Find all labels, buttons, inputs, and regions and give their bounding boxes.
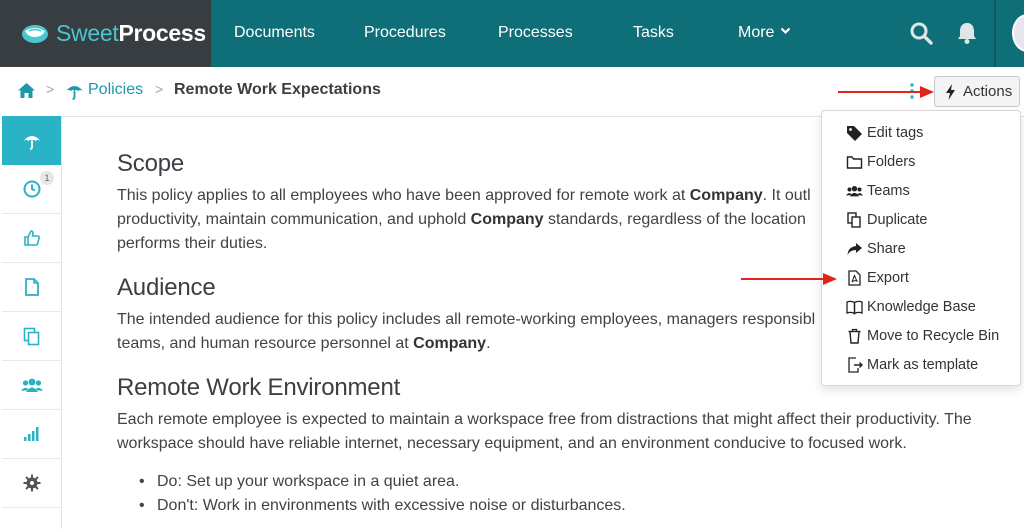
tag-icon	[847, 126, 862, 141]
sidebar-item-teams[interactable]	[2, 361, 61, 410]
home-icon[interactable]	[17, 82, 36, 99]
folder-icon	[846, 156, 863, 169]
nav-procedures[interactable]: Procedures	[364, 0, 446, 67]
brand-name: SweetProcess	[56, 20, 206, 46]
sidebar-item-files[interactable]	[2, 263, 61, 312]
menu-item-folders[interactable]: Folders	[846, 151, 915, 173]
lightning-bolt-icon	[946, 83, 955, 100]
menu-item-mark-as-template[interactable]: Mark as template	[846, 354, 978, 376]
sidebar-item-history[interactable]: 1	[2, 165, 61, 214]
search-icon[interactable]	[908, 20, 934, 46]
copy-icon	[23, 327, 40, 345]
breadcrumb-separator: >	[46, 81, 55, 97]
nav-processes[interactable]: Processes	[498, 0, 573, 67]
arrow-pointing-to-actions-icon	[838, 86, 934, 98]
menu-item-share[interactable]: Share	[846, 238, 906, 260]
environment-paragraph: Each remote employee is expected to main…	[117, 411, 972, 452]
menu-item-edit-tags[interactable]: Edit tags	[846, 122, 923, 144]
nav-tasks[interactable]: Tasks	[633, 0, 674, 67]
list-item: Do: Set up your workspace in a quiet are…	[117, 470, 1007, 494]
book-icon	[846, 300, 863, 315]
trash-icon	[848, 328, 861, 344]
user-avatar[interactable]	[1012, 14, 1024, 52]
top-navigation-bar: SweetProcess Documents Procedures Proces…	[0, 0, 1024, 67]
nav-more[interactable]: More	[738, 0, 791, 67]
brand-logo[interactable]: SweetProcess	[0, 0, 211, 67]
breadcrumb-policies-link[interactable]: Policies	[88, 81, 143, 99]
sidebar-item-approvals[interactable]	[2, 214, 61, 263]
gear-icon	[23, 474, 40, 492]
history-count-badge: 1	[40, 171, 54, 185]
list-item: Don't: Work in environments with excessi…	[117, 494, 1007, 518]
users-icon	[846, 185, 863, 197]
actions-dropdown-menu: Edit tags Folders Teams Duplicate Share …	[821, 110, 1021, 386]
document-sidebar: 1	[0, 116, 62, 529]
menu-item-export[interactable]: Export	[846, 267, 909, 289]
nav-more-label: More	[738, 24, 775, 41]
template-icon	[848, 357, 863, 373]
do-dont-list: Do: Set up your workspace in a quiet are…	[117, 470, 1007, 518]
sidebar-item-stats[interactable]	[2, 410, 61, 459]
document-icon	[24, 278, 39, 296]
bell-icon[interactable]	[955, 20, 979, 46]
actions-button[interactable]: Actions	[934, 76, 1020, 107]
menu-item-teams[interactable]: Teams	[846, 180, 910, 202]
duplicate-icon	[847, 212, 861, 228]
menu-item-duplicate[interactable]: Duplicate	[846, 209, 927, 231]
signal-bars-icon	[23, 427, 38, 441]
users-icon	[20, 378, 43, 392]
sidebar-item-policy[interactable]	[2, 116, 61, 165]
clock-icon	[23, 180, 40, 198]
umbrella-icon	[66, 86, 83, 100]
nav-divider	[994, 0, 996, 67]
chevron-down-icon	[780, 0, 791, 66]
thumbs-up-icon	[23, 230, 40, 246]
sidebar-item-settings[interactable]	[2, 459, 61, 508]
menu-item-knowledge-base[interactable]: Knowledge Base	[846, 296, 976, 318]
pdf-file-icon	[848, 270, 861, 286]
menu-item-recycle-bin[interactable]: Move to Recycle Bin	[846, 325, 999, 347]
sidebar-item-copies[interactable]	[2, 312, 61, 361]
actions-button-label: Actions	[963, 83, 1013, 100]
umbrella-icon	[23, 135, 40, 150]
page-title: Remote Work Expectations	[174, 81, 381, 98]
nav-documents[interactable]: Documents	[234, 0, 315, 67]
share-icon	[847, 243, 862, 255]
sweetprocess-logo-icon	[22, 24, 48, 43]
arrow-pointing-to-export-icon	[741, 273, 837, 285]
breadcrumb-separator: >	[155, 81, 164, 97]
